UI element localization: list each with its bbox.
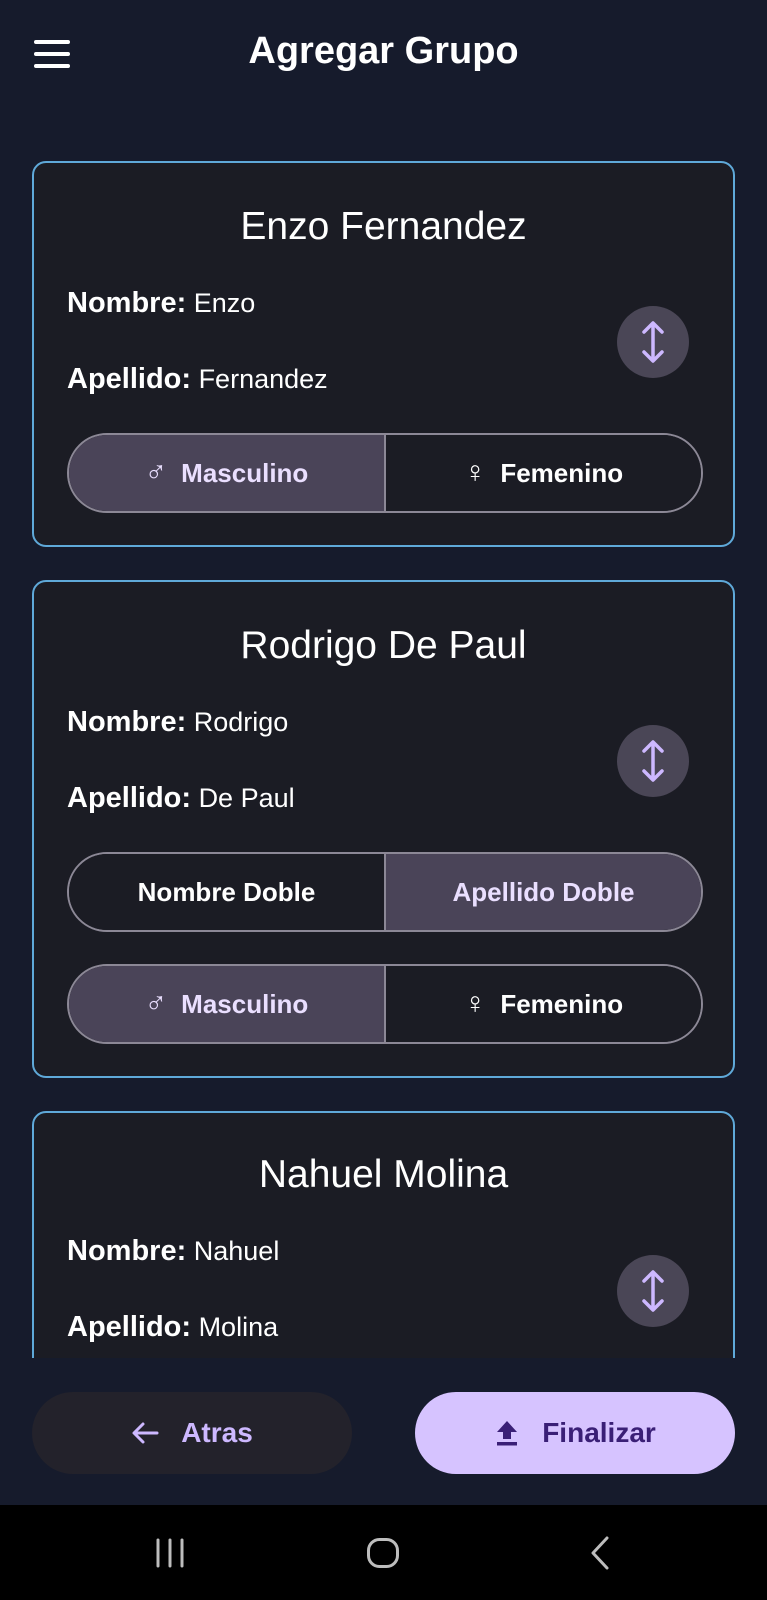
finish-button[interactable]: Finalizar [415, 1392, 735, 1474]
people-list[interactable]: Enzo Fernandez Nombre: Enzo Apellido: Fe… [0, 115, 767, 1358]
back-button-label: Atras [181, 1417, 253, 1448]
apellido-value: Fernandez [198, 364, 328, 394]
gender-option-femenino[interactable]: ♀ Femenino [384, 966, 701, 1042]
double-name-selector: Nombre Doble Apellido Doble [67, 852, 703, 932]
gender-option-label: Masculino [181, 988, 309, 1019]
gender-option-label: Femenino [500, 457, 624, 488]
option-label: Apellido Doble [452, 876, 635, 907]
gender-option-femenino[interactable]: ♀ Femenino [384, 435, 701, 511]
person-full-name: Nahuel Molina [258, 1153, 509, 1196]
apellido-label: Apellido: [67, 363, 192, 395]
swap-vertical-icon [642, 1270, 664, 1312]
chevron-left-icon [591, 1536, 609, 1569]
apellido-label: Apellido: [67, 782, 192, 814]
back-button[interactable]: Atras [32, 1392, 352, 1474]
gender-option-masculino[interactable]: ♂ Masculino [69, 966, 384, 1042]
female-icon: ♀ [463, 456, 487, 489]
nombre-label: Nombre: [67, 287, 187, 319]
reorder-button[interactable] [617, 1255, 689, 1327]
recent-apps-icon [156, 1538, 184, 1567]
nombre-label: Nombre: [67, 1235, 187, 1267]
nombre-label: Nombre: [67, 706, 187, 738]
nombre-field: Nombre: Nahuel [67, 1235, 279, 1268]
gender-selector: ♂ Masculino ♀ Femenino [67, 433, 703, 513]
system-nav-bar [0, 1505, 767, 1600]
gender-selector: ♂ Masculino ♀ Femenino [67, 964, 703, 1044]
gender-option-masculino[interactable]: ♂ Masculino [69, 435, 384, 511]
app-bar: Agregar Grupo [0, 0, 767, 115]
person-card: Enzo Fernandez Nombre: Enzo Apellido: Fe… [32, 161, 735, 547]
swap-vertical-icon [642, 321, 664, 363]
swap-vertical-icon [642, 740, 664, 782]
back-nav-button[interactable] [570, 1505, 630, 1600]
nombre-value: Enzo [193, 288, 256, 318]
nombre-value: Nahuel [193, 1236, 280, 1266]
gender-option-label: Masculino [181, 457, 309, 488]
nombre-field: Nombre: Rodrigo [67, 706, 288, 739]
option-apellido-doble[interactable]: Apellido Doble [384, 854, 701, 930]
female-icon: ♀ [463, 987, 487, 1020]
person-full-name: Rodrigo De Paul [240, 624, 527, 667]
person-card: Nahuel Molina Nombre: Nahuel Apellido: M… [32, 1111, 735, 1358]
male-icon: ♂ [144, 456, 168, 489]
apellido-value: De Paul [198, 783, 295, 813]
home-button[interactable] [353, 1505, 413, 1600]
apellido-field: Apellido: De Paul [67, 782, 295, 815]
apellido-field: Apellido: Fernandez [67, 363, 328, 396]
recent-apps-button[interactable] [140, 1505, 200, 1600]
page-title: Agregar Grupo [248, 30, 519, 72]
reorder-button[interactable] [617, 725, 689, 797]
reorder-button[interactable] [617, 306, 689, 378]
person-card: Rodrigo De Paul Nombre: Rodrigo Apellido… [32, 580, 735, 1078]
apellido-value: Molina [198, 1312, 279, 1342]
apellido-label: Apellido: [67, 1311, 192, 1343]
option-nombre-doble[interactable]: Nombre Doble [69, 854, 384, 930]
gender-option-label: Femenino [500, 988, 624, 1019]
male-icon: ♂ [144, 987, 168, 1020]
apellido-field: Apellido: Molina [67, 1311, 278, 1344]
finish-button-label: Finalizar [542, 1417, 656, 1448]
arrow-left-icon [132, 1422, 159, 1444]
person-full-name: Enzo Fernandez [240, 205, 527, 248]
nombre-field: Nombre: Enzo [67, 287, 255, 320]
option-label: Nombre Doble [137, 876, 316, 907]
upload-icon [497, 1421, 518, 1446]
home-icon [367, 1537, 399, 1568]
nombre-value: Rodrigo [193, 707, 289, 737]
